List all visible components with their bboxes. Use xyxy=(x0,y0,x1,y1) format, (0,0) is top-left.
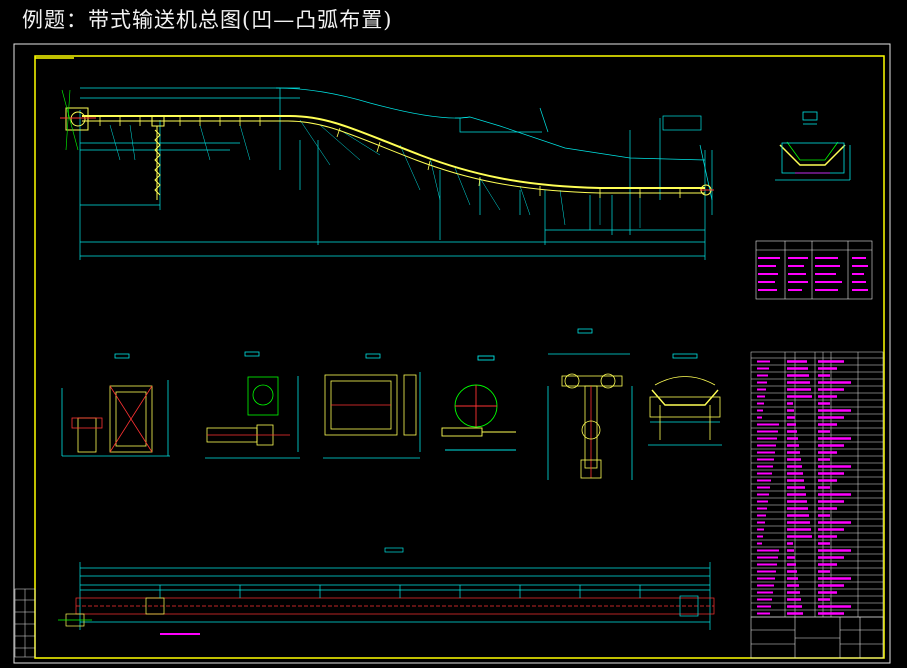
cad-drawing-canvas xyxy=(13,43,891,664)
head-section-detail xyxy=(61,353,170,457)
title-block xyxy=(750,616,884,659)
parameter-table xyxy=(755,240,873,300)
plan-view xyxy=(58,547,715,635)
parts-list-table xyxy=(750,351,884,618)
sheet-border xyxy=(13,43,891,664)
belt-line-upper xyxy=(82,115,705,189)
tensioner-detail xyxy=(547,328,633,480)
return-idler-detail xyxy=(648,353,722,446)
chute-detail xyxy=(323,353,421,459)
revision-block xyxy=(14,588,36,658)
trough-idler-section xyxy=(775,111,851,181)
drive-unit-detail xyxy=(205,351,300,459)
belt-line-lower xyxy=(82,120,705,194)
pulley-detail xyxy=(441,355,516,451)
belt-profile-elevation xyxy=(60,87,714,260)
